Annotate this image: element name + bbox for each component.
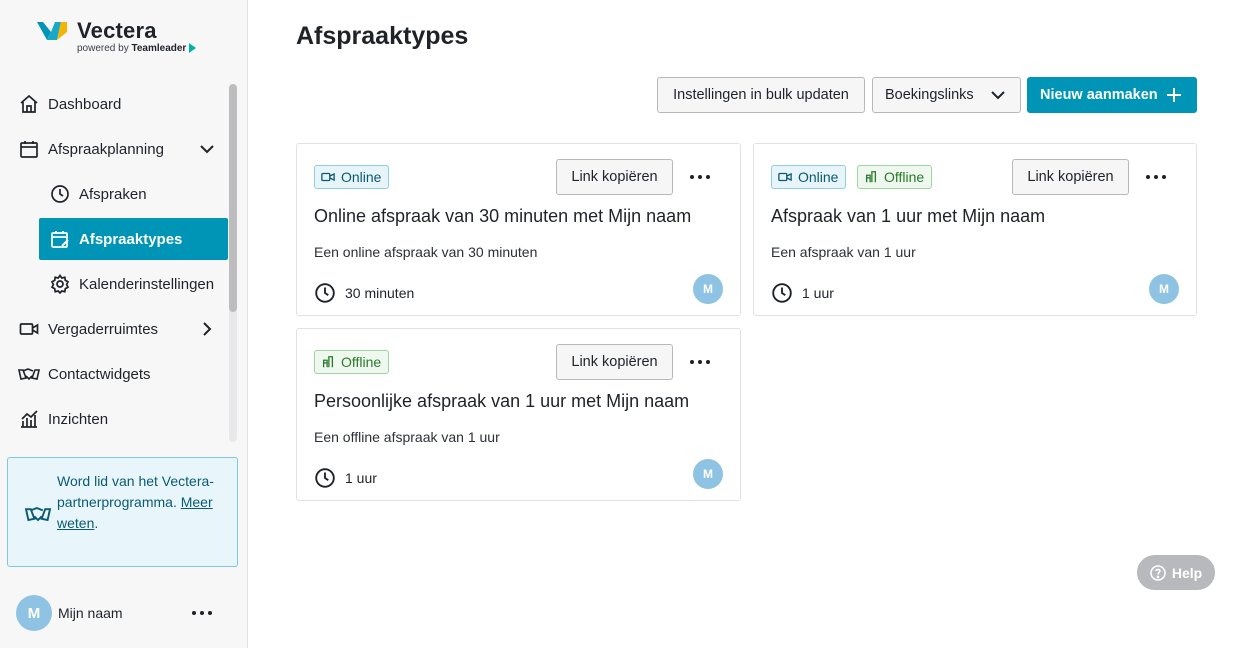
more-options-icon[interactable] bbox=[190, 604, 214, 622]
tag-label: Online bbox=[341, 169, 382, 185]
sidebar-item-label: Vergaderruimtes bbox=[48, 320, 159, 338]
avatar: M bbox=[693, 274, 723, 304]
partner-link-suffix: . bbox=[94, 515, 99, 531]
user-name: Mijn naam bbox=[58, 605, 123, 621]
sidebar-scrollbar[interactable] bbox=[229, 84, 237, 442]
chevron-down-icon bbox=[991, 91, 1005, 100]
card-description: Een afspraak van 1 uur bbox=[771, 244, 916, 260]
partner-program-banner: Word lid van het Vectera-partnerprogramm… bbox=[7, 457, 238, 567]
card-title[interactable]: Afspraak van 1 uur met Mijn naam bbox=[771, 206, 1045, 227]
card-duration: 30 minuten bbox=[314, 282, 414, 304]
handshake-icon bbox=[24, 506, 52, 522]
powered-by-text: powered by bbox=[77, 43, 129, 54]
booking-links-dropdown[interactable]: Boekingslinks bbox=[872, 77, 1021, 113]
sidebar-item-label: Dashboard bbox=[48, 95, 122, 113]
sidebar-item-label: Afspraakplanning bbox=[48, 140, 164, 158]
home-icon bbox=[18, 93, 40, 115]
vectera-logo-icon bbox=[37, 22, 67, 40]
card-duration: 1 uur bbox=[314, 467, 377, 489]
partner-text-block: Word lid van het Vectera-partnerprogramm… bbox=[57, 471, 227, 534]
create-new-button[interactable]: Nieuw aanmaken bbox=[1027, 77, 1197, 113]
sidebar: Vectera powered by Teamleader Dashboard … bbox=[0, 0, 248, 648]
sidebar-item-label: Afspraken bbox=[79, 185, 147, 203]
copy-link-button[interactable]: Link kopiëren bbox=[556, 344, 673, 380]
card-description: Een offline afspraak van 1 uur bbox=[314, 429, 500, 445]
online-tag: Online bbox=[771, 165, 847, 189]
vectera-logo[interactable]: Vectera powered by Teamleader bbox=[37, 18, 217, 58]
clock-icon bbox=[49, 183, 71, 205]
calendar-icon bbox=[18, 138, 40, 160]
teamleader-brand: Teamleader bbox=[131, 43, 187, 54]
clock-icon bbox=[772, 283, 792, 303]
question-icon bbox=[1150, 564, 1166, 581]
sidebar-item-afspraken[interactable]: Afspraken bbox=[39, 174, 228, 214]
offline-tag: Offline bbox=[857, 165, 933, 189]
duration-label: 30 minuten bbox=[345, 285, 415, 301]
tag-label: Offline bbox=[884, 169, 925, 185]
video-icon bbox=[778, 172, 792, 182]
appointment-type-card[interactable]: Online Offline Link kopiëren Afspraak va… bbox=[753, 143, 1197, 316]
page-title: Afspraaktypes bbox=[296, 22, 469, 50]
sidebar-item-vergaderruimtes[interactable]: Vergaderruimtes bbox=[10, 309, 228, 349]
clock-icon bbox=[315, 283, 335, 303]
gear-icon bbox=[49, 273, 71, 295]
powered-by: powered by Teamleader bbox=[77, 43, 197, 54]
avatar: M bbox=[16, 595, 52, 631]
more-options-icon[interactable] bbox=[1144, 168, 1168, 186]
sidebar-item-label: Kalenderinstellingen bbox=[79, 275, 215, 293]
video-icon bbox=[321, 172, 335, 182]
sidebar-item-inzichten[interactable]: Inzichten bbox=[10, 399, 228, 439]
sidebar-item-label: Afspraaktypes bbox=[79, 230, 183, 248]
people-icon bbox=[322, 356, 334, 368]
chart-icon bbox=[18, 408, 40, 430]
more-options-icon[interactable] bbox=[688, 168, 712, 186]
bulk-update-button[interactable]: Instellingen in bulk updaten bbox=[657, 77, 865, 113]
people-icon bbox=[865, 171, 877, 183]
appointment-type-card[interactable]: Offline Link kopiëren Persoonlijke afspr… bbox=[296, 328, 741, 501]
video-icon bbox=[18, 318, 40, 340]
help-button[interactable]: Help bbox=[1137, 555, 1215, 590]
card-title[interactable]: Online afspraak van 30 minuten met Mijn … bbox=[314, 206, 691, 227]
offline-tag: Offline bbox=[314, 350, 390, 374]
avatar: M bbox=[1149, 274, 1179, 304]
chevron-down-icon[interactable] bbox=[198, 140, 216, 158]
duration-label: 1 uur bbox=[802, 285, 834, 301]
duration-label: 1 uur bbox=[345, 470, 377, 486]
sidebar-item-contactwidgets[interactable]: Contactwidgets bbox=[10, 354, 228, 394]
sidebar-scrollbar-thumb[interactable] bbox=[229, 84, 237, 312]
copy-link-button[interactable]: Link kopiëren bbox=[1012, 159, 1129, 195]
sidebar-item-dashboard[interactable]: Dashboard bbox=[10, 84, 228, 124]
tag-label: Offline bbox=[341, 354, 382, 370]
booking-links-label: Boekingslinks bbox=[885, 87, 974, 103]
appointment-type-card[interactable]: Online Link kopiëren Online afspraak van… bbox=[296, 143, 741, 316]
plus-icon bbox=[1167, 88, 1181, 102]
tag-label: Online bbox=[798, 169, 839, 185]
sidebar-item-afspraaktypes[interactable]: Afspraaktypes bbox=[39, 218, 228, 260]
user-menu[interactable]: M Mijn naam bbox=[16, 595, 232, 631]
help-label: Help bbox=[1171, 564, 1203, 581]
clock-icon bbox=[315, 468, 335, 488]
brand-name: Vectera bbox=[77, 18, 157, 43]
sidebar-item-label: Contactwidgets bbox=[48, 365, 151, 383]
card-duration: 1 uur bbox=[771, 282, 834, 304]
sidebar-item-label: Inzichten bbox=[48, 410, 109, 428]
sidebar-item-afspraakplanning[interactable]: Afspraakplanning bbox=[10, 129, 228, 169]
calendar-edit-icon bbox=[49, 228, 71, 250]
sidebar-item-kalenderinstellingen[interactable]: Kalenderinstellingen bbox=[39, 264, 228, 304]
more-options-icon[interactable] bbox=[688, 353, 712, 371]
avatar: M bbox=[693, 459, 723, 489]
handshake-icon bbox=[18, 363, 40, 385]
chevron-right-icon[interactable] bbox=[198, 320, 216, 338]
create-new-label: Nieuw aanmaken bbox=[1040, 87, 1158, 103]
copy-link-button[interactable]: Link kopiëren bbox=[556, 159, 673, 195]
teamleader-icon bbox=[189, 43, 197, 54]
card-description: Een online afspraak van 30 minuten bbox=[314, 244, 538, 260]
online-tag: Online bbox=[314, 165, 390, 189]
card-title[interactable]: Persoonlijke afspraak van 1 uur met Mijn… bbox=[314, 391, 689, 412]
